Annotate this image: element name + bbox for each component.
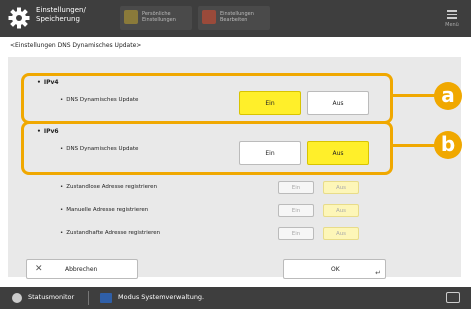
system-admin-mode-label: Modus Systemverwaltung. — [118, 293, 205, 301]
callout-a-line — [390, 94, 438, 97]
status-monitor-label[interactable]: Statusmonitor — [28, 293, 74, 301]
callout-a-badge: a — [434, 82, 462, 110]
app-title-line2: Speicherung — [36, 15, 80, 23]
personal-settings-label: Persönliche Einstellungen — [142, 11, 176, 23]
breadcrumb: <Einstellungen DNS Dynamisches Update> — [10, 42, 142, 49]
manual-address-label: Manuelle Adresse registrieren — [60, 207, 148, 213]
stateless-on-button[interactable]: Ein — [278, 181, 314, 194]
menu-icon — [447, 10, 457, 19]
app-title-line1: Einstellungen/ — [36, 6, 86, 14]
edit-settings-label: Einstellungen Bearbeiten — [220, 11, 254, 23]
edit-settings-icon — [202, 10, 216, 24]
stateful-on-button[interactable]: Ein — [278, 227, 314, 240]
ipv4-dns-update-label: DNS Dynamisches Update — [60, 97, 138, 103]
manual-off-button[interactable]: Aus — [323, 204, 359, 217]
status-divider — [88, 291, 89, 305]
cancel-x-icon: ✕ — [35, 264, 43, 274]
cancel-label: Abbrechen — [65, 266, 98, 273]
stateful-address-label: Zustandhafte Adresse registrieren — [60, 230, 160, 236]
edit-settings-button[interactable]: Einstellungen Bearbeiten — [198, 6, 270, 30]
enter-icon: ↵ — [375, 269, 381, 277]
personal-settings-label-line2: Einstellungen — [142, 17, 176, 23]
ipv6-group: IPv6 DNS Dynamisches Update Ein Aus — [21, 121, 393, 175]
title-bar: Einstellungen/ Speicherung Persönliche E… — [0, 0, 471, 37]
ipv4-group: IPv4 DNS Dynamisches Update Ein Aus — [21, 73, 393, 124]
stateful-off-button[interactable]: Aus — [323, 227, 359, 240]
cancel-button[interactable]: ✕ Abbrechen — [26, 259, 138, 279]
ipv4-on-button[interactable]: Ein — [239, 91, 301, 115]
callout-b-line — [390, 144, 438, 147]
ipv4-title: IPv4 — [37, 79, 59, 86]
stateless-off-button[interactable]: Aus — [323, 181, 359, 194]
ipv6-off-button[interactable]: Aus — [307, 141, 369, 165]
personal-settings-button[interactable]: Persönliche Einstellungen — [120, 6, 192, 30]
ipv6-title: IPv6 — [37, 128, 59, 135]
ipv6-dns-update-label: DNS Dynamisches Update — [60, 146, 138, 152]
ok-label: OK — [331, 266, 340, 273]
ipv6-on-button[interactable]: Ein — [239, 141, 301, 165]
callout-b-badge: b — [434, 131, 462, 159]
system-admin-icon — [100, 293, 112, 303]
stateless-address-label: Zustandlose Adresse registrieren — [60, 184, 157, 190]
manual-on-button[interactable]: Ein — [278, 204, 314, 217]
personal-settings-icon — [124, 10, 138, 24]
app-title: Einstellungen/ Speicherung — [36, 6, 106, 24]
menu-button[interactable]: Menü — [436, 4, 468, 33]
settings-gear-icon — [8, 7, 30, 29]
status-bar: Statusmonitor Modus Systemverwaltung. — [0, 287, 471, 309]
edit-settings-label-line2: Bearbeiten — [220, 17, 248, 23]
ok-button[interactable]: OK ↵ — [283, 259, 386, 279]
ipv4-off-button[interactable]: Aus — [307, 91, 369, 115]
menu-label: Menü — [445, 22, 459, 28]
network-icon[interactable] — [446, 292, 460, 303]
status-monitor-icon — [12, 293, 22, 303]
